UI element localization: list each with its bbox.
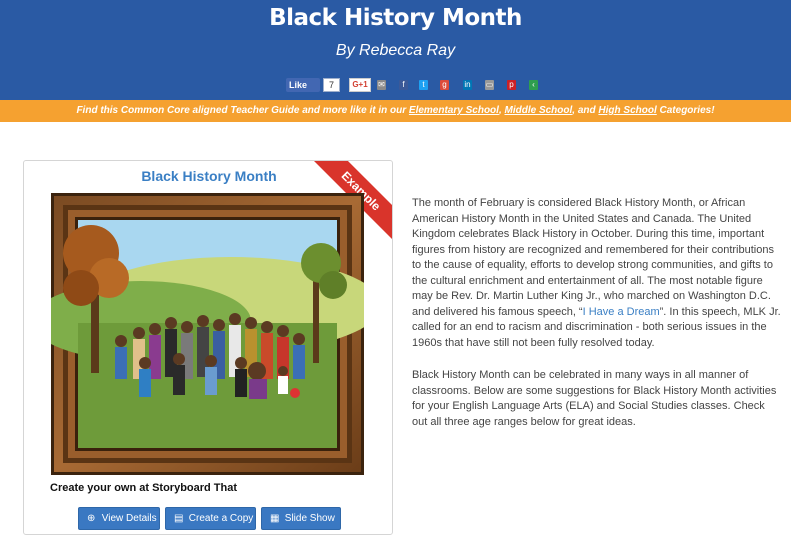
twitter-icon[interactable]: t (419, 80, 428, 90)
category-banner: Find this Common Core aligned Teacher Gu… (0, 100, 791, 122)
create-your-own-text: Create your own at Storyboard That (50, 482, 238, 494)
film-icon: ▦ (270, 513, 280, 524)
view-details-button[interactable]: ⊕ View Details (78, 507, 160, 530)
author-byline: By Rebecca Ray (335, 42, 456, 59)
description-paragraph-1: The month of February is considered Blac… (412, 196, 782, 351)
like-count: 7 (323, 78, 340, 92)
page-header: Black History Month By Rebecca Ray Like … (0, 0, 791, 100)
i-have-a-dream-link[interactable]: I Have a Dream (583, 306, 660, 318)
facebook-like-label: Like (289, 80, 308, 90)
email-icon[interactable]: ✉ (377, 80, 386, 90)
description-paragraph-2: Black History Month can be celebrated in… (412, 369, 777, 428)
linkedin-icon[interactable]: in (463, 80, 472, 90)
high-school-link[interactable]: High School (598, 105, 656, 116)
view-details-label: View Details (101, 513, 157, 524)
document-icon: ▤ (174, 513, 184, 524)
storyboard-card: Black History Month Example Create your … (23, 160, 393, 535)
pinterest-icon[interactable]: p (507, 80, 516, 90)
banner-suffix: Categories! (656, 105, 715, 116)
magnifier-icon: ⊕ (87, 513, 96, 524)
middle-school-link[interactable]: Middle School (505, 105, 573, 116)
google-plus-icon[interactable]: g (440, 80, 449, 90)
slide-show-label: Slide Show (284, 513, 335, 524)
google-plus-one-button[interactable]: G+1 (349, 78, 371, 92)
storyboard-image[interactable] (51, 193, 364, 475)
banner-separator-2: , and (572, 105, 599, 116)
slide-show-button[interactable]: ▦ Slide Show (261, 507, 341, 530)
banner-prefix: Find this Common Core aligned Teacher Gu… (76, 105, 409, 116)
page-title: Black History Month (269, 5, 522, 31)
facebook-icon[interactable]: f (399, 80, 408, 90)
create-copy-button[interactable]: ▤ Create a Copy (165, 507, 256, 530)
facebook-like-button[interactable]: Like (286, 78, 320, 92)
create-copy-label: Create a Copy (188, 513, 254, 524)
print-icon[interactable]: ▭ (485, 80, 494, 90)
elementary-school-link[interactable]: Elementary School (409, 105, 499, 116)
share-icon[interactable]: ‹ (529, 80, 538, 90)
share-bar: Like 7 G+1 ✉ f t g in ▭ p ‹ (0, 78, 791, 94)
p1-text-before: The month of February is considered Blac… (412, 197, 774, 318)
